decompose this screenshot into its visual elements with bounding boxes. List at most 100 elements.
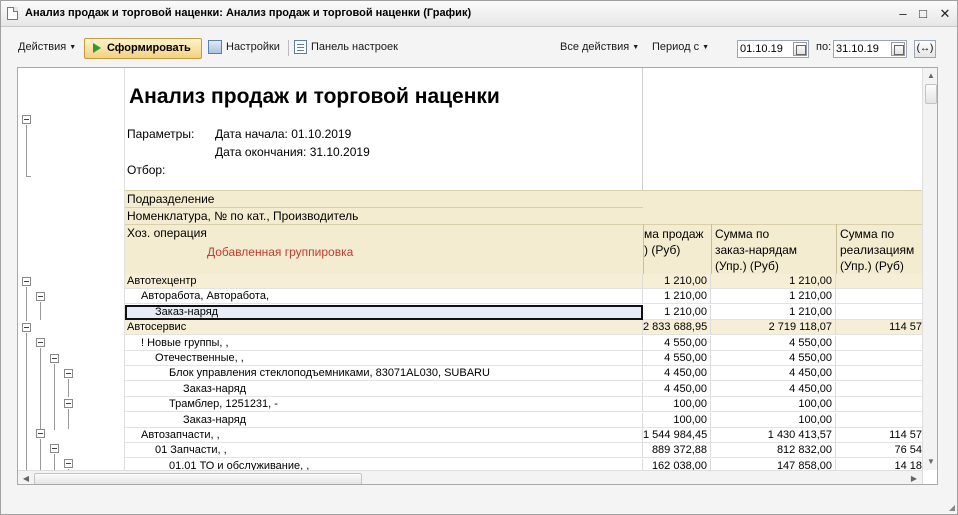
row-real-cell[interactable] [836, 412, 923, 428]
table-row[interactable]: Блок управления стеклоподъемниками, 8307… [125, 366, 923, 382]
row-sales-cell[interactable]: 1 210,00 [643, 304, 711, 320]
row-sales-cell[interactable]: 4 450,00 [643, 366, 711, 382]
date-from-field[interactable]: 01.10.19 [737, 40, 809, 58]
row-real-cell[interactable] [836, 304, 923, 320]
table-row[interactable]: ! Новые группы, ,4 550,00 4 550,00 [125, 335, 923, 351]
row-sales-cell[interactable]: 4 450,00 [643, 381, 711, 397]
collapse-group-icon[interactable] [36, 429, 45, 438]
row-real-cell[interactable]: 76 54 [836, 443, 923, 459]
table-row[interactable]: Заказ-наряд 1 210,00 1 210,00 [125, 304, 923, 320]
settings-button[interactable]: Настройки [226, 41, 280, 53]
table-row[interactable]: Отечественные, ,4 550,00 4 550,00 [125, 351, 923, 366]
row-sales-cell[interactable]: 100,00 [643, 397, 711, 413]
generate-button[interactable]: Сформировать [84, 38, 202, 59]
row-sales-cell[interactable]: 100,00 [643, 412, 711, 428]
collapse-group-icon[interactable] [64, 399, 73, 408]
calendar-icon[interactable] [793, 42, 807, 56]
row-name-cell[interactable]: Автозапчасти, , [125, 428, 643, 443]
collapse-group-icon[interactable] [64, 369, 73, 378]
table-row[interactable]: Заказ-наряд 100,00 100,00 [125, 412, 923, 428]
maximize-button[interactable]: □ [913, 5, 933, 23]
row-real-cell[interactable] [836, 397, 923, 413]
period-menu[interactable]: Период с ▼ [652, 41, 709, 53]
row-orders-cell[interactable]: 100,00 [711, 412, 836, 428]
row-name-cell[interactable]: Автосервис [125, 320, 643, 336]
row-sales-cell[interactable]: 4 550,00 [643, 335, 711, 351]
row-sales-cell[interactable]: 1 544 984,45 [643, 428, 711, 443]
row-real-cell[interactable] [836, 335, 923, 351]
row-name-cell[interactable]: Заказ-наряд [125, 304, 643, 320]
row-sales-cell[interactable]: 1 210,00 [643, 289, 711, 305]
added-grouping-label[interactable]: Добавленная группировка [207, 245, 353, 259]
row-name-cell[interactable]: Автотехцентр [125, 274, 643, 289]
row-name-cell[interactable]: ! Новые группы, , [125, 335, 643, 351]
row-name-cell[interactable]: Заказ-наряд [125, 412, 643, 428]
row-name-cell[interactable]: Трамблер, 1251231, - [125, 397, 643, 413]
horizontal-scroll-thumb[interactable] [34, 473, 362, 484]
scroll-down-icon[interactable]: ▼ [923, 454, 937, 470]
scroll-left-icon[interactable]: ◀ [18, 471, 34, 484]
row-orders-cell[interactable]: 4 450,00 [711, 381, 836, 397]
calendar-icon[interactable] [891, 42, 905, 56]
row-sales-cell[interactable]: 4 550,00 [643, 351, 711, 366]
row-real-cell[interactable] [836, 381, 923, 397]
column-header-sales[interactable]: ма продаж ) (Руб) [643, 224, 711, 274]
row-orders-cell[interactable]: 1 210,00 [711, 274, 836, 289]
scroll-right-icon[interactable]: ▶ [906, 471, 922, 484]
row-orders-cell[interactable]: 1 210,00 [711, 289, 836, 305]
all-actions-menu[interactable]: Все действия ▼ [560, 41, 639, 53]
row-name-cell[interactable]: 01 Запчасти, , [125, 443, 643, 459]
row-orders-cell[interactable]: 4 550,00 [711, 351, 836, 366]
row-real-cell[interactable] [836, 351, 923, 366]
row-name-cell[interactable]: Авторабота, Авторабота, [125, 289, 643, 305]
vertical-scroll-thumb[interactable] [925, 84, 937, 104]
row-name-cell[interactable]: Заказ-наряд [125, 381, 643, 397]
column-header-orders[interactable]: Сумма по заказ-нарядам (Упр.) (Руб) [711, 224, 836, 274]
column-header-realization[interactable]: Сумма по реализациям (Упр.) (Руб) [836, 224, 923, 274]
vertical-scrollbar[interactable]: ▲ ▼ [922, 68, 937, 470]
horizontal-scrollbar[interactable]: ◀ ▶ [18, 470, 922, 484]
row-orders-cell[interactable]: 1 210,00 [711, 304, 836, 320]
table-row[interactable]: Автозапчасти, ,1 544 984,45 1 430 413,57 1… [125, 428, 923, 443]
row-orders-cell[interactable]: 4 550,00 [711, 335, 836, 351]
collapse-group-icon[interactable] [50, 444, 59, 453]
collapse-group-icon[interactable] [22, 115, 31, 124]
row-sales-cell[interactable]: 2 833 688,95 [643, 320, 711, 336]
table-row[interactable]: 01 Запчасти, , 889 372,88 812 832,00 76 54 [125, 443, 923, 459]
report-spreadsheet[interactable]: Анализ продаж и торговой наценки Парамет… [17, 67, 938, 485]
row-real-cell[interactable] [836, 366, 923, 382]
row-real-cell[interactable] [836, 289, 923, 305]
row-sales-cell[interactable]: 889 372,88 [643, 443, 711, 459]
settings-panel-button[interactable]: Панель настроек [311, 41, 398, 53]
scroll-up-icon[interactable]: ▲ [923, 68, 937, 84]
table-row[interactable]: Автосервис 2 833 688,95 2 719 118,07 114 57 [125, 320, 923, 336]
actions-menu[interactable]: Действия ▼ [18, 41, 76, 53]
collapse-group-icon[interactable] [22, 323, 31, 332]
minimize-button[interactable]: – [893, 5, 913, 23]
row-real-cell[interactable] [836, 274, 923, 289]
row-orders-cell[interactable]: 1 430 413,57 [711, 428, 836, 443]
row-orders-cell[interactable]: 100,00 [711, 397, 836, 413]
close-button[interactable]: ✕ [935, 5, 955, 23]
table-row[interactable]: Трамблер, 1251231, -100,00 100,00 [125, 397, 923, 413]
row-real-cell[interactable]: 114 57 [836, 320, 923, 336]
row-orders-cell[interactable]: 2 719 118,07 [711, 320, 836, 336]
row-name-cell[interactable]: Блок управления стеклоподъемниками, 8307… [125, 366, 643, 382]
row-name-cell[interactable]: Отечественные, , [125, 351, 643, 366]
table-row[interactable]: Автотехцентр 1 210,00 1 210,00 [125, 274, 923, 289]
row-sales-cell[interactable]: 1 210,00 [643, 274, 711, 289]
collapse-group-icon[interactable] [64, 459, 73, 468]
select-period-button[interactable]: (↔) [914, 40, 936, 58]
row-orders-cell[interactable]: 4 450,00 [711, 366, 836, 382]
collapse-group-icon[interactable] [36, 338, 45, 347]
settings-icon[interactable] [208, 40, 222, 54]
date-to-field[interactable]: 31.10.19 [833, 40, 907, 58]
resize-grip-icon[interactable]: ◢ [949, 503, 955, 512]
collapse-group-icon[interactable] [36, 292, 45, 301]
collapse-group-icon[interactable] [50, 354, 59, 363]
row-real-cell[interactable]: 114 57 [836, 428, 923, 443]
table-row[interactable]: Заказ-наряд 4 450,00 4 450,00 [125, 381, 923, 397]
panel-icon[interactable] [294, 40, 307, 54]
collapse-group-icon[interactable] [22, 277, 31, 286]
row-orders-cell[interactable]: 812 832,00 [711, 443, 836, 459]
